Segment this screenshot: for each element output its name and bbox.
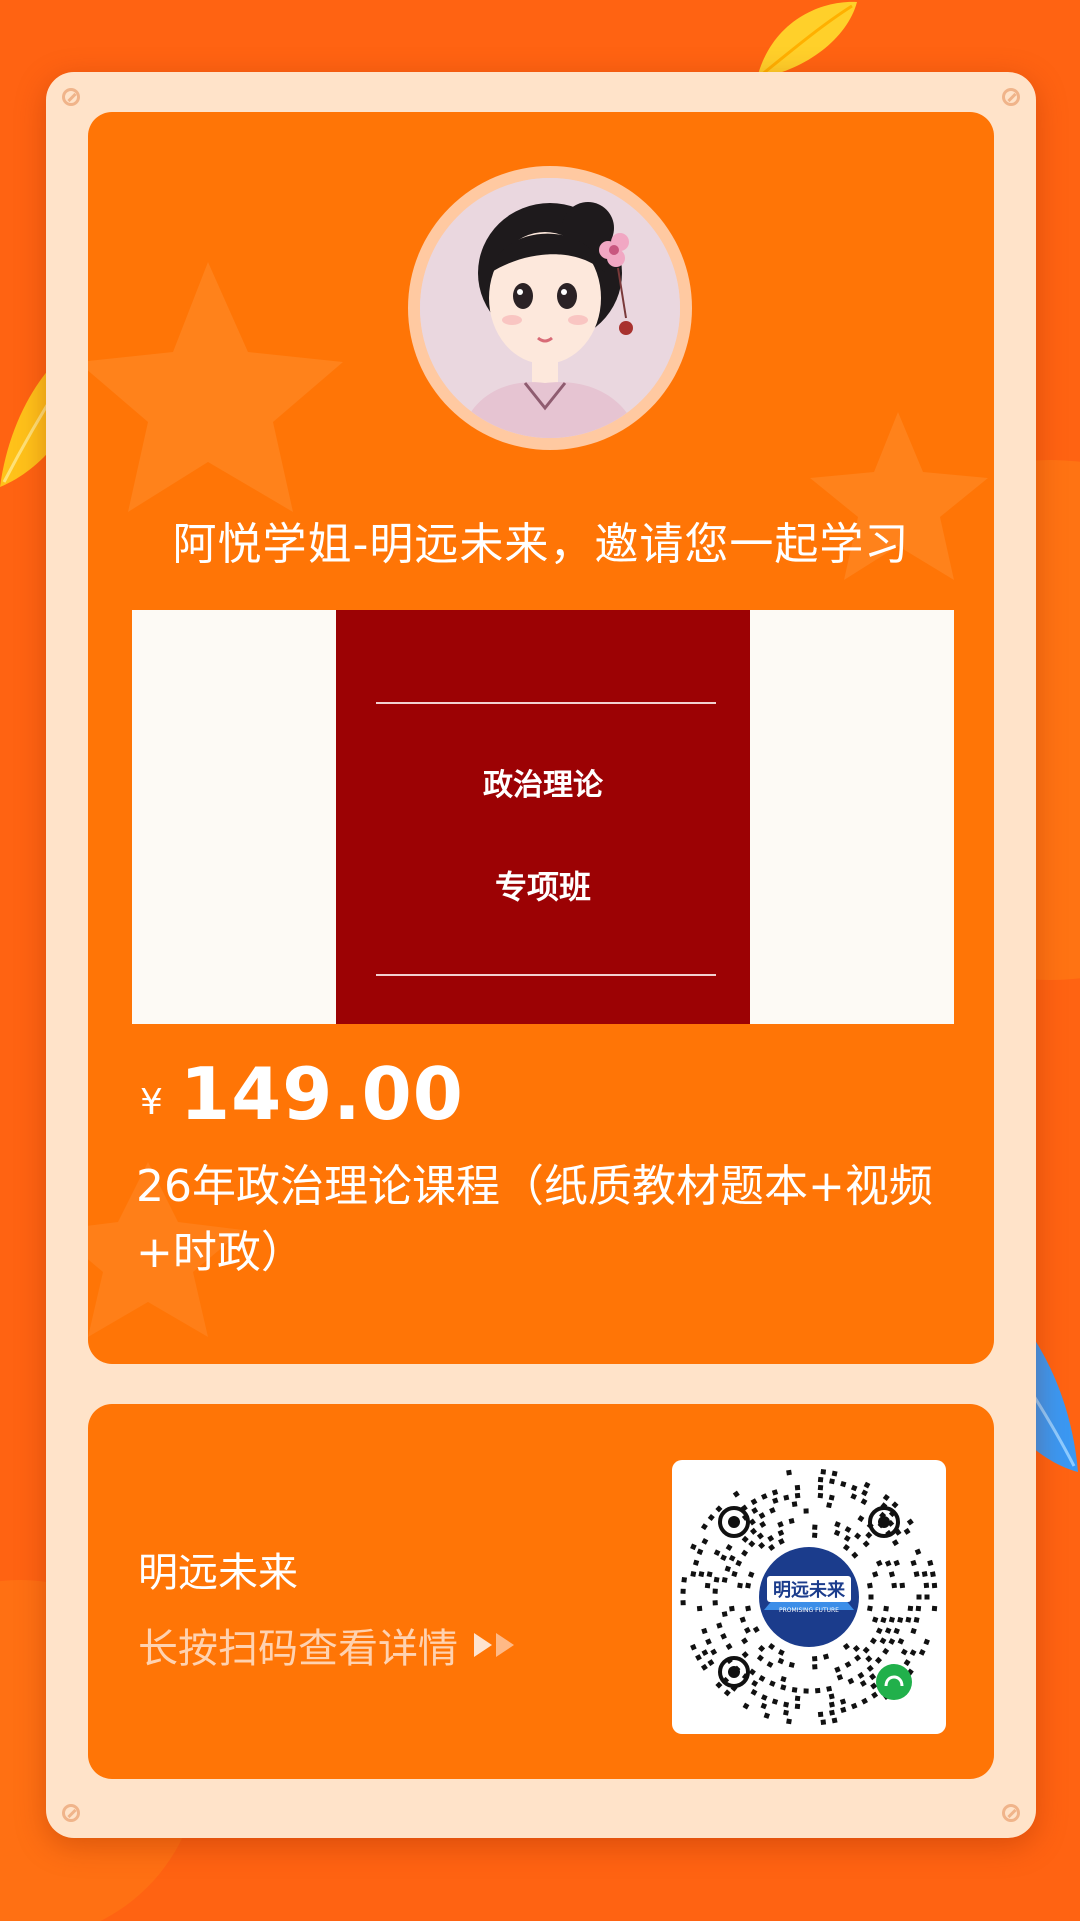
banner-subtitle: 专项班 — [494, 868, 591, 906]
mini-program-qr-code-icon[interactable]: 明远未来 PROMISING FUTURE — [672, 1460, 946, 1734]
avatar — [420, 178, 680, 438]
avatar-illustration-icon — [420, 178, 680, 438]
screw-icon — [62, 1804, 80, 1822]
qr-logo-text: 明远未来 — [773, 1580, 846, 1601]
banner-red-panel: 政治理论 专项班 — [336, 610, 750, 1024]
price: 149.00 — [180, 1052, 464, 1136]
qr-logo-sub: PROMISING FUTURE — [779, 1607, 839, 1614]
qr-code-card[interactable]: 明远未来 PROMISING FUTURE — [672, 1460, 946, 1734]
shop-name: 明远未来 — [138, 1550, 298, 1596]
screw-icon — [1002, 88, 1020, 106]
banner-divider-top — [376, 702, 716, 704]
screw-icon — [62, 88, 80, 106]
course-banner[interactable]: 政治理论 专项班 — [132, 610, 954, 1024]
invite-text: 阿悦学姐-明远未来，邀请您一起学习 — [172, 519, 910, 570]
course-title: 26年政治理论课程（纸质教材题本+视频+时政） — [136, 1161, 933, 1278]
screw-icon — [1002, 1804, 1020, 1822]
double-play-arrow-icon — [474, 1633, 514, 1657]
banner-title: 政治理论 — [483, 768, 603, 803]
currency-symbol: ¥ — [140, 1082, 163, 1123]
share-poster: 阿悦学姐-明远未来，邀请您一起学习 政治理论 专项班 ¥ 149.00 26年政… — [0, 0, 1080, 1921]
banner-divider-bottom — [376, 974, 716, 976]
yellow-leaf-top-icon — [757, 1, 857, 78]
scan-hint: 长按扫码查看详情 — [138, 1616, 518, 1674]
scan-hint-label: 长按扫码查看详情 — [138, 1626, 458, 1672]
avatar-ring — [408, 166, 692, 450]
